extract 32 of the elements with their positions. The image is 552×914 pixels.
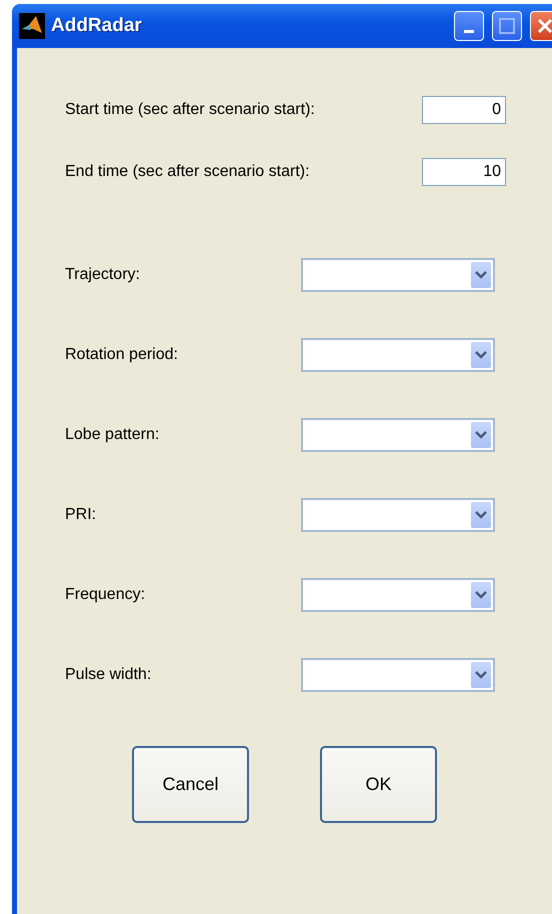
chevron-down-icon [475, 511, 487, 519]
dropdown[interactable] [301, 418, 495, 452]
close-icon [537, 18, 552, 34]
maximize-button[interactable] [492, 11, 522, 41]
field-label: Start time (sec after scenario start): [65, 101, 315, 119]
chevron-down-icon [475, 351, 487, 359]
chevron-down-icon [475, 671, 487, 679]
dropdown[interactable] [301, 578, 495, 612]
field-label: Frequency: [65, 586, 146, 604]
dropdown[interactable] [301, 258, 495, 292]
field-label: PRI: [65, 506, 98, 524]
dropdown[interactable] [301, 498, 495, 532]
field-label: Rotation period: [65, 346, 179, 364]
dropdown[interactable] [301, 658, 495, 692]
time-input-field[interactable]: 0 [422, 96, 506, 124]
chevron-down-icon [475, 591, 487, 599]
window-title: AddRadar [51, 15, 143, 37]
chevron-down-icon [475, 431, 487, 439]
minimize-icon [464, 30, 474, 32]
field-label: End time (sec after scenario start): [65, 163, 310, 181]
chevron-down-icon [475, 271, 487, 279]
ok-button[interactable]: OK [320, 746, 437, 823]
field-label: Lobe pattern: [65, 426, 160, 444]
field-label: Pulse width: [65, 666, 152, 684]
cancel-button[interactable]: Cancel [132, 746, 249, 823]
minimize-button[interactable] [454, 11, 484, 41]
maximize-icon [499, 18, 515, 34]
close-button[interactable] [530, 11, 552, 41]
field-label: Trajectory: [65, 266, 141, 284]
time-input-field[interactable]: 10 [422, 158, 506, 186]
dropdown[interactable] [301, 338, 495, 372]
app-logo-icon [19, 13, 45, 39]
